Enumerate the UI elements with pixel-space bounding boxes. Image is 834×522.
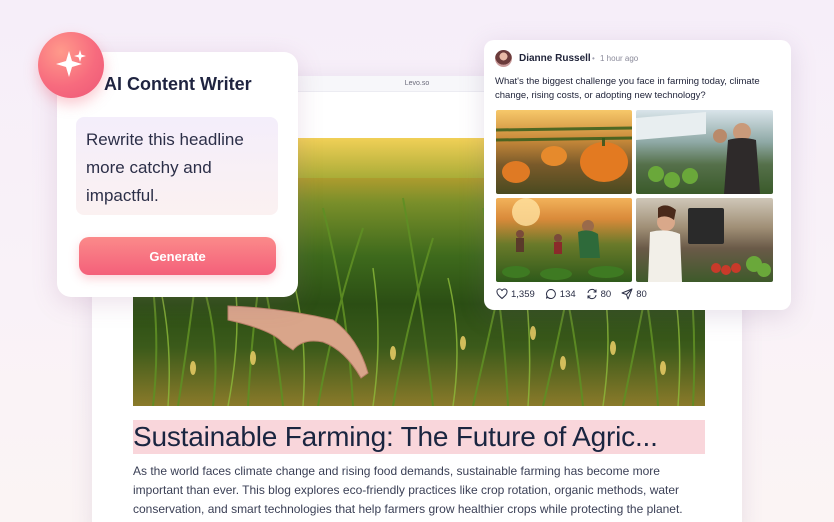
like-button[interactable]: 1,359 (496, 288, 535, 300)
sparkle-icon (38, 32, 104, 98)
ai-card-title: AI Content Writer (104, 74, 252, 94)
headline-highlight[interactable]: Sustainable Farming: The Future of Agric… (133, 420, 705, 454)
url-text: Levo.so (404, 80, 430, 87)
post-author[interactable]: Dianne Russell (519, 53, 591, 64)
heart-icon (496, 288, 508, 300)
prompt-input[interactable]: Rewrite this headline more catchy and im… (76, 117, 278, 215)
post-text: What's the biggest challenge you face in… (495, 76, 760, 101)
comment-button[interactable]: 134 (545, 288, 576, 300)
generate-button[interactable]: Generate (79, 237, 276, 275)
comment-count: 134 (559, 288, 576, 300)
field-workers-image[interactable] (496, 198, 632, 282)
farmer-produce-image[interactable] (636, 198, 773, 282)
send-icon (621, 288, 633, 300)
share-button[interactable]: 80 (621, 288, 647, 300)
market-vendor-image[interactable] (636, 110, 773, 194)
separator-dot: • (592, 54, 595, 63)
blog-body-text[interactable]: As the world faces climate change and ri… (133, 462, 705, 519)
pumpkin-image[interactable] (496, 110, 632, 194)
social-post-card: Dianne Russell • 1 hour ago What's the b… (484, 40, 791, 310)
post-image-grid (496, 110, 773, 282)
post-stats: 1,359 134 80 80 (496, 288, 647, 300)
app-stage: Levo.so Sustainable Farming: The Future … (0, 0, 834, 522)
comment-icon (545, 288, 556, 299)
avatar[interactable] (495, 50, 512, 67)
share-count: 80 (636, 288, 647, 300)
like-count: 1,359 (511, 288, 535, 300)
repost-button[interactable]: 80 (586, 288, 612, 300)
post-timestamp: 1 hour ago (600, 54, 639, 63)
repost-count: 80 (600, 288, 612, 300)
blog-headline[interactable]: Sustainable Farming: The Future of Agric… (133, 422, 658, 452)
repost-icon (587, 288, 597, 300)
